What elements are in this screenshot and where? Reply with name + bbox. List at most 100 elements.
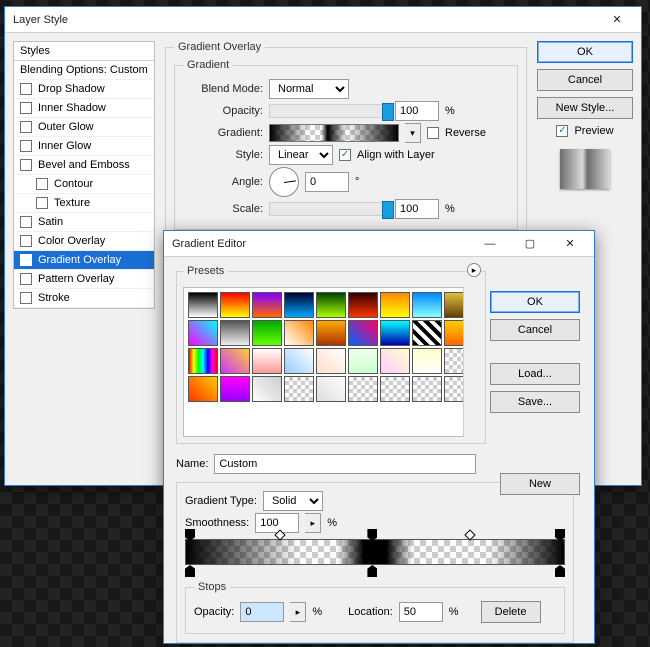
preset-swatch[interactable]: [252, 376, 282, 402]
style-row-pattern-overlay[interactable]: Pattern Overlay: [14, 270, 154, 289]
preset-swatch[interactable]: [316, 348, 346, 374]
preset-swatch[interactable]: [348, 348, 378, 374]
preset-swatch[interactable]: [220, 320, 250, 346]
ge-cancel-button[interactable]: Cancel: [490, 319, 580, 341]
presets-grid[interactable]: [183, 287, 479, 437]
preset-swatch[interactable]: [412, 320, 442, 346]
angle-dial[interactable]: [269, 167, 299, 197]
style-row-stroke[interactable]: Stroke: [14, 289, 154, 308]
gradient-picker[interactable]: [269, 124, 399, 142]
maximize-icon[interactable]: ▢: [510, 231, 550, 257]
blending-options-row[interactable]: Blending Options: Custom: [14, 61, 154, 80]
style-select[interactable]: Linear: [269, 145, 333, 165]
preset-swatch[interactable]: [284, 376, 314, 402]
scale-slider[interactable]: [269, 202, 389, 216]
preset-swatch[interactable]: [252, 348, 282, 374]
style-row-inner-glow[interactable]: Inner Glow: [14, 137, 154, 156]
close-icon[interactable]: ✕: [597, 7, 637, 33]
preset-swatch[interactable]: [348, 376, 378, 402]
style-row-gradient-overlay[interactable]: Gradient Overlay: [14, 251, 154, 270]
style-row-inner-shadow[interactable]: Inner Shadow: [14, 99, 154, 118]
opacity-input[interactable]: [395, 101, 439, 121]
preset-swatch[interactable]: [220, 348, 250, 374]
presets-scrollbar[interactable]: [463, 287, 479, 437]
ge-ok-button[interactable]: OK: [490, 291, 580, 313]
preset-swatch[interactable]: [220, 292, 250, 318]
preset-swatch[interactable]: [284, 348, 314, 374]
gradient-bar[interactable]: [185, 539, 565, 565]
preset-swatch[interactable]: [220, 376, 250, 402]
gradient-type-select[interactable]: Solid: [263, 491, 323, 511]
new-style-button[interactable]: New Style...: [537, 97, 633, 119]
preset-swatch[interactable]: [412, 376, 442, 402]
stop-location-input[interactable]: [399, 602, 443, 622]
style-row-satin[interactable]: Satin: [14, 213, 154, 232]
preset-swatch[interactable]: [348, 320, 378, 346]
preset-swatch[interactable]: [188, 348, 218, 374]
styles-header[interactable]: Styles: [14, 42, 154, 61]
ge-save-button[interactable]: Save...: [490, 391, 580, 413]
style-checkbox[interactable]: [20, 292, 32, 304]
style-checkbox[interactable]: [20, 102, 32, 114]
style-checkbox[interactable]: [20, 83, 32, 95]
preset-swatch[interactable]: [284, 292, 314, 318]
smoothness-arrow[interactable]: ▸: [305, 513, 321, 533]
smoothness-input[interactable]: [255, 513, 299, 533]
reverse-checkbox[interactable]: [427, 127, 439, 139]
preview-checkbox[interactable]: [556, 125, 568, 137]
preset-swatch[interactable]: [412, 348, 442, 374]
layer-style-titlebar[interactable]: Layer Style ✕: [5, 7, 641, 33]
preset-swatch[interactable]: [188, 320, 218, 346]
style-checkbox[interactable]: [20, 159, 32, 171]
preset-swatch[interactable]: [380, 292, 410, 318]
preset-swatch[interactable]: [380, 320, 410, 346]
color-stop[interactable]: [367, 565, 377, 577]
preset-swatch[interactable]: [316, 376, 346, 402]
preset-swatch[interactable]: [316, 320, 346, 346]
style-row-outer-glow[interactable]: Outer Glow: [14, 118, 154, 137]
preset-swatch[interactable]: [188, 292, 218, 318]
align-checkbox[interactable]: [339, 149, 351, 161]
gradient-editor-titlebar[interactable]: Gradient Editor — ▢ ✕: [164, 231, 594, 257]
preset-swatch[interactable]: [348, 292, 378, 318]
blend-mode-select[interactable]: Normal: [269, 79, 349, 99]
preset-swatch[interactable]: [316, 292, 346, 318]
style-checkbox[interactable]: [20, 121, 32, 133]
preset-swatch[interactable]: [284, 320, 314, 346]
style-checkbox[interactable]: [36, 178, 48, 190]
ok-button[interactable]: OK: [537, 41, 633, 63]
style-row-bevel-and-emboss[interactable]: Bevel and Emboss: [14, 156, 154, 175]
style-checkbox[interactable]: [20, 140, 32, 152]
stop-opacity-input[interactable]: [240, 602, 284, 622]
close-icon[interactable]: ✕: [550, 231, 590, 257]
style-row-contour[interactable]: Contour: [14, 175, 154, 194]
preset-swatch[interactable]: [252, 320, 282, 346]
preset-swatch[interactable]: [412, 292, 442, 318]
stop-opacity-arrow[interactable]: ▸: [290, 602, 306, 622]
delete-stop-button[interactable]: Delete: [481, 601, 541, 623]
style-checkbox[interactable]: [20, 273, 32, 285]
minimize-icon[interactable]: —: [470, 231, 510, 257]
style-checkbox[interactable]: [20, 254, 32, 266]
angle-input[interactable]: [305, 172, 349, 192]
preset-swatch[interactable]: [252, 292, 282, 318]
presets-menu-icon[interactable]: ▸: [467, 263, 481, 277]
opacity-slider[interactable]: [269, 104, 389, 118]
preset-swatch[interactable]: [380, 376, 410, 402]
color-stop[interactable]: [185, 565, 195, 577]
style-checkbox[interactable]: [36, 197, 48, 209]
name-input[interactable]: [214, 454, 476, 474]
style-row-texture[interactable]: Texture: [14, 194, 154, 213]
preset-swatch[interactable]: [188, 376, 218, 402]
ge-new-button[interactable]: New: [500, 473, 580, 495]
style-row-drop-shadow[interactable]: Drop Shadow: [14, 80, 154, 99]
preset-swatch[interactable]: [380, 348, 410, 374]
style-checkbox[interactable]: [20, 235, 32, 247]
ge-load-button[interactable]: Load...: [490, 363, 580, 385]
cancel-button[interactable]: Cancel: [537, 69, 633, 91]
color-stop[interactable]: [555, 565, 565, 577]
scale-input[interactable]: [395, 199, 439, 219]
style-row-color-overlay[interactable]: Color Overlay: [14, 232, 154, 251]
gradient-picker-arrow[interactable]: ▾: [405, 123, 421, 143]
style-checkbox[interactable]: [20, 216, 32, 228]
